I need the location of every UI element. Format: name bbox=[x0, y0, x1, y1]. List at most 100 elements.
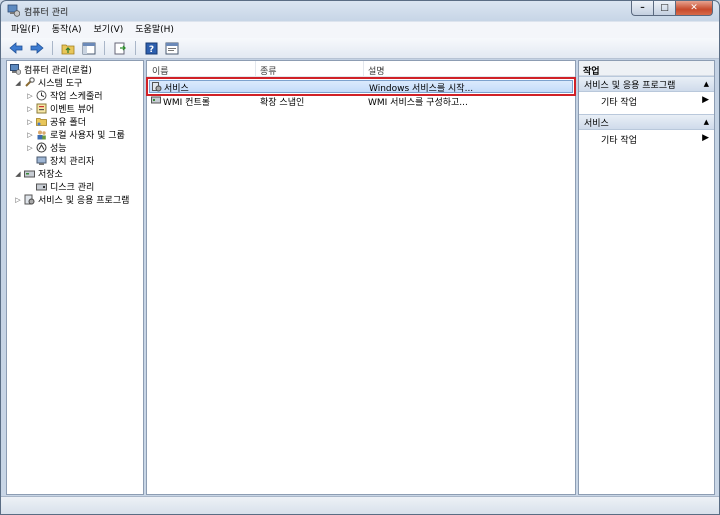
submenu-arrow-icon: ▶ bbox=[702, 133, 709, 143]
title-bar[interactable]: 컴퓨터 관리 – □ ✕ bbox=[1, 1, 719, 21]
action-group-title: 서비스 및 응용 프로그램 bbox=[584, 80, 676, 91]
collapse-arrow-icon[interactable]: ◢ bbox=[14, 170, 22, 178]
help-button[interactable]: ? bbox=[142, 40, 160, 56]
tree-item-system-tools[interactable]: ◢ 시스템 도구 bbox=[14, 76, 82, 89]
expand-arrow-icon[interactable]: ▷ bbox=[26, 92, 34, 100]
folder-up-icon bbox=[61, 44, 75, 54]
action-label: 기타 작업 bbox=[601, 98, 637, 108]
tools-icon bbox=[25, 77, 35, 87]
status-bar bbox=[1, 496, 719, 514]
collapse-triangle-icon[interactable]: ▲ bbox=[704, 80, 709, 88]
window-title: 컴퓨터 관리 bbox=[24, 8, 69, 18]
tree-item-performance[interactable]: ▷ 성능 bbox=[26, 141, 67, 154]
expand-arrow-icon[interactable]: ▷ bbox=[26, 105, 34, 113]
expand-arrow-icon[interactable]: ▷ bbox=[26, 131, 34, 139]
submenu-arrow-icon: ▶ bbox=[702, 95, 709, 105]
storage-icon bbox=[24, 170, 35, 178]
column-header-description[interactable]: 설명 bbox=[368, 64, 385, 77]
row-description: WMI 서비스를 구성하고... bbox=[368, 98, 468, 108]
tree-item-storage[interactable]: ◢ 저장소 bbox=[14, 167, 63, 181]
shared-folder-icon bbox=[36, 118, 47, 126]
collapse-arrow-icon[interactable]: ◢ bbox=[14, 79, 22, 87]
computer-management-icon bbox=[7, 4, 20, 17]
svg-text:?: ? bbox=[148, 45, 153, 55]
minimize-button[interactable]: – bbox=[631, 1, 653, 16]
tree-item-services-applications[interactable]: ▷ 서비스 및 응용 프로그램 bbox=[14, 193, 129, 206]
computer-management-window: 컴퓨터 관리 – □ ✕ 파일(F) 동작(A) 보기(V) 도움말(H) ? … bbox=[0, 0, 720, 515]
action-group-services-applications[interactable]: 서비스 및 응용 프로그램 ▲ bbox=[579, 76, 714, 92]
close-button[interactable]: ✕ bbox=[675, 1, 713, 16]
results-list[interactable]: 이름 종류 설명 서비스 Windows 서비스를 시작... WMI 컨트롤 … bbox=[146, 60, 576, 495]
tree-item-task-scheduler[interactable]: ▷ 작업 스케줄러 bbox=[26, 89, 103, 102]
export-list-icon bbox=[114, 42, 126, 54]
menu-help[interactable]: 도움말(H) bbox=[129, 23, 180, 38]
properties-button[interactable] bbox=[163, 40, 181, 56]
tree-label: 컴퓨터 관리(로컬) bbox=[24, 66, 92, 76]
menu-bar: 파일(F) 동작(A) 보기(V) 도움말(H) bbox=[1, 21, 719, 38]
column-divider[interactable] bbox=[255, 61, 256, 76]
up-level-button[interactable] bbox=[59, 40, 77, 56]
tree-label: 장치 관리자 bbox=[50, 157, 95, 167]
maximize-button[interactable]: □ bbox=[653, 1, 675, 16]
tree-label: 시스템 도구 bbox=[38, 79, 83, 89]
toolbar: ? bbox=[1, 38, 719, 59]
expand-arrow-icon[interactable]: ▷ bbox=[26, 144, 34, 152]
action-more-actions[interactable]: 기타 작업 ▶ bbox=[579, 92, 714, 108]
action-more-actions[interactable]: 기타 작업 ▶ bbox=[579, 130, 714, 146]
tree-label: 성능 bbox=[50, 144, 67, 154]
column-divider[interactable] bbox=[363, 61, 364, 76]
column-header-name[interactable]: 이름 bbox=[152, 64, 169, 77]
tree-item-shared-folders[interactable]: ▷ 공유 폴더 bbox=[26, 115, 86, 129]
tree-label: 저장소 bbox=[38, 170, 63, 180]
toolbar-separator bbox=[104, 41, 105, 55]
menu-action[interactable]: 동작(A) bbox=[46, 23, 88, 38]
row-name: WMI 컨트롤 bbox=[163, 98, 211, 108]
performance-icon bbox=[36, 142, 47, 153]
wmi-control-icon bbox=[151, 96, 161, 104]
computer-management-icon bbox=[10, 64, 21, 75]
tree-label: 서비스 및 응용 프로그램 bbox=[38, 196, 130, 206]
collapse-triangle-icon[interactable]: ▲ bbox=[704, 118, 709, 126]
row-description: Windows 서비스를 시작... bbox=[369, 84, 474, 94]
row-type: 확장 스냅인 bbox=[260, 98, 305, 108]
services-applications-icon bbox=[24, 194, 35, 205]
action-label: 기타 작업 bbox=[601, 136, 637, 146]
forward-arrow-icon bbox=[30, 42, 44, 54]
action-group-title: 서비스 bbox=[584, 118, 609, 129]
row-name: 서비스 bbox=[164, 84, 189, 94]
properties-icon bbox=[165, 42, 179, 54]
list-row-wmi-control[interactable]: WMI 컨트롤 확장 스냅인 WMI 서비스를 구성하고... bbox=[149, 94, 573, 108]
tree-item-local-users-groups[interactable]: ▷ 로컬 사용자 및 그룹 bbox=[26, 128, 125, 141]
menu-view[interactable]: 보기(V) bbox=[88, 23, 130, 38]
expand-arrow-icon[interactable]: ▷ bbox=[26, 118, 34, 126]
expand-arrow-icon[interactable]: ▷ bbox=[14, 196, 22, 204]
column-header-row: 이름 종류 설명 bbox=[147, 61, 575, 77]
show-hide-tree-icon bbox=[82, 42, 96, 54]
back-button[interactable] bbox=[7, 40, 25, 56]
tree-label: 로컬 사용자 및 그룹 bbox=[50, 131, 125, 141]
services-gear-icon bbox=[152, 82, 162, 92]
actions-pane: 작업 서비스 및 응용 프로그램 ▲ 기타 작업 ▶ 서비스 ▲ 기타 작업 ▶ bbox=[578, 60, 715, 495]
menu-file[interactable]: 파일(F) bbox=[5, 23, 46, 38]
tree-item-disk-management[interactable]: 디스크 관리 bbox=[36, 180, 94, 193]
column-header-type[interactable]: 종류 bbox=[260, 64, 277, 77]
actions-header: 작업 bbox=[579, 61, 714, 77]
tree-item-device-manager[interactable]: 장치 관리자 bbox=[36, 154, 94, 167]
toolbar-separator bbox=[135, 41, 136, 55]
console-tree[interactable]: 컴퓨터 관리(로컬) ◢ 시스템 도구 ▷ 작업 스케줄러 ▷ 이벤트 뷰어 ▷… bbox=[6, 60, 144, 495]
tree-label: 공유 폴더 bbox=[50, 118, 86, 128]
tree-label: 작업 스케줄러 bbox=[50, 92, 103, 102]
tree-label: 디스크 관리 bbox=[50, 183, 95, 193]
tree-item-root[interactable]: 컴퓨터 관리(로컬) bbox=[10, 63, 92, 76]
clock-icon bbox=[36, 90, 47, 101]
list-row-services[interactable]: 서비스 Windows 서비스를 시작... bbox=[146, 77, 576, 96]
tree-label: 이벤트 뷰어 bbox=[50, 105, 95, 115]
tree-item-event-viewer[interactable]: ▷ 이벤트 뷰어 bbox=[26, 102, 94, 115]
forward-button[interactable] bbox=[28, 40, 46, 56]
back-arrow-icon bbox=[9, 42, 23, 54]
show-hide-tree-button[interactable] bbox=[80, 40, 98, 56]
users-icon bbox=[37, 130, 46, 140]
event-viewer-icon bbox=[36, 103, 47, 114]
action-group-services[interactable]: 서비스 ▲ bbox=[579, 114, 714, 130]
export-list-button[interactable] bbox=[111, 40, 129, 56]
